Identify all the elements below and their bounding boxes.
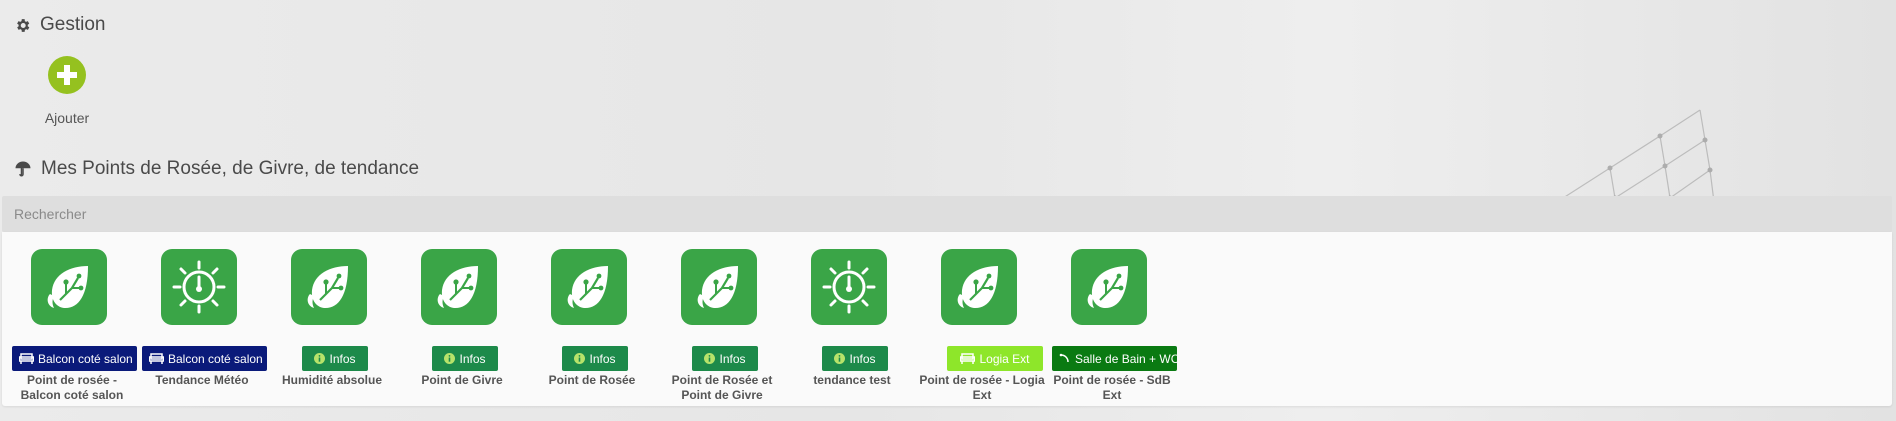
object-badge-label: Balcon coté salon — [38, 351, 133, 366]
equipment-name: Point de rosée - SdB Ext — [1053, 373, 1171, 402]
equipment-card[interactable]: Logia Ext Point de rosée - Logia Ext — [916, 249, 1046, 409]
leaf-circuit-icon[interactable] — [421, 249, 497, 325]
info-icon — [314, 353, 326, 364]
info-icon — [574, 353, 586, 364]
info-icon — [444, 353, 456, 364]
equipment-name: Point de Rosée et Point de Givre — [671, 373, 773, 402]
leaf-circuit-icon[interactable] — [291, 249, 367, 325]
info-icon — [834, 353, 846, 364]
add-button[interactable]: Ajouter — [38, 56, 96, 126]
equipment-name: Point de Rosée — [548, 373, 636, 387]
leaf-circuit-icon[interactable] — [551, 249, 627, 325]
equipment-card[interactable]: Infos tendance test — [786, 249, 916, 409]
points-title-text: Mes Points de Rosée, de Givre, de tendan… — [41, 158, 420, 179]
gestion-section-title: Gestion — [14, 14, 105, 36]
plus-circle-icon[interactable] — [48, 56, 86, 94]
object-badge: Infos — [692, 346, 758, 371]
object-badge-label: Salle de Bain + WC — [1075, 351, 1177, 366]
gestion-title-text: Gestion — [40, 14, 106, 35]
equipment-card[interactable]: Infos Point de Rosée et Point de Givre — [656, 249, 786, 409]
leaf-circuit-icon[interactable] — [31, 249, 107, 325]
object-badge: Salle de Bain + WC — [1052, 346, 1177, 371]
sofa-icon — [960, 352, 976, 365]
object-badge: Infos — [302, 346, 368, 371]
equipment-card[interactable]: Salle de Bain + WC Point de rosée - SdB E… — [1046, 249, 1177, 409]
equipment-name: tendance test — [813, 373, 891, 387]
equipment-panel: Balcon coté salon Point de rosée - Balcon… — [2, 232, 1892, 406]
object-badge: Infos — [432, 346, 498, 371]
object-badge-label: Logia Ext — [979, 351, 1030, 366]
sofa-icon — [149, 352, 164, 365]
object-badge-label: Balcon coté salon — [168, 351, 263, 366]
compass-dial-icon[interactable] — [161, 249, 237, 325]
object-badge-label: Infos — [849, 351, 876, 366]
equipment-name: Point de Givre — [421, 373, 503, 387]
equipment-name: Humidité absolue — [281, 373, 382, 387]
object-badge: Balcon coté salon — [142, 346, 267, 371]
equipment-card[interactable]: Balcon coté salon Tendance Météo — [136, 249, 267, 409]
leaf-circuit-icon[interactable] — [941, 249, 1017, 325]
object-badge: Balcon coté salon — [12, 346, 137, 371]
umbrella-icon — [14, 160, 32, 178]
equipment-card[interactable]: Infos Point de Givre — [396, 249, 526, 409]
object-badge-label: Infos — [589, 351, 616, 366]
equipment-name: Tendance Météo — [155, 373, 249, 387]
equipment-name: Point de rosée - Balcon coté salon — [20, 373, 124, 402]
compass-dial-icon[interactable] — [811, 249, 887, 325]
object-badge: Logia Ext — [947, 346, 1043, 371]
object-badge: Infos — [562, 346, 628, 371]
info-icon — [704, 353, 716, 364]
search-input[interactable] — [2, 196, 1892, 232]
add-label: Ajouter — [44, 110, 90, 126]
equipment-card[interactable]: Infos Humidité absolue — [266, 249, 396, 409]
shower-icon — [1059, 353, 1071, 365]
search-bar — [2, 196, 1892, 232]
gear-icon — [14, 17, 31, 34]
object-badge-label: Infos — [719, 351, 746, 366]
object-badge-label: Infos — [329, 351, 356, 366]
leaf-circuit-icon[interactable] — [1071, 249, 1147, 325]
points-section-title: Mes Points de Rosée, de Givre, de tendan… — [14, 158, 419, 180]
equipment-card[interactable]: Balcon coté salon Point de rosée - Balcon… — [6, 249, 137, 409]
object-badge: Infos — [822, 346, 888, 371]
equipment-name: Point de rosée - Logia Ext — [919, 373, 1045, 402]
object-badge-label: Infos — [459, 351, 486, 366]
equipment-card[interactable]: Infos Point de Rosée — [526, 249, 656, 409]
leaf-circuit-icon[interactable] — [681, 249, 757, 325]
sofa-icon — [19, 352, 34, 365]
